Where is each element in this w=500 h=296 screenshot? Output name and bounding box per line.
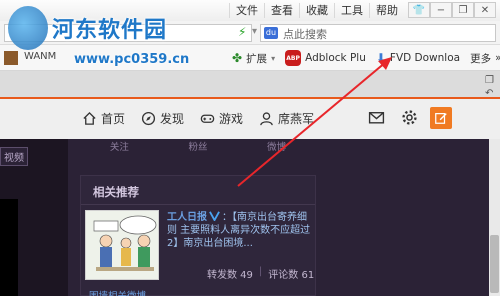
- cartoon-thumbnail[interactable]: [85, 210, 159, 280]
- related-title: 相关推荐: [93, 185, 139, 199]
- menu-tools[interactable]: 工具: [334, 3, 369, 18]
- nav-items: 首页 发现 游戏 席燕军: [82, 110, 314, 127]
- toolbar-strip: ❐ ↶: [0, 71, 500, 99]
- related-footer-link[interactable]: 围墙相关微博: [89, 288, 146, 296]
- mail-icon[interactable]: [368, 109, 385, 126]
- more-button[interactable]: 更多 »: [470, 51, 500, 66]
- fvd-button[interactable]: ⬇ FVD Downloa: [376, 51, 460, 65]
- compose-button[interactable]: [430, 107, 452, 129]
- comment-count[interactable]: 评论数 61: [268, 266, 314, 281]
- left-panel: 视频: [0, 139, 68, 296]
- repost-count[interactable]: 转发数 49: [207, 266, 253, 281]
- video-tab[interactable]: 视频: [0, 147, 28, 166]
- stat-followers[interactable]: 粉丝: [188, 139, 207, 153]
- gamepad-icon: [200, 114, 215, 123]
- double-chevron-icon: »: [495, 52, 500, 64]
- adblock-icon: ABP: [285, 50, 302, 66]
- scrollbar[interactable]: [489, 139, 500, 296]
- bookmark-items: ✤ 扩展 ▾ ABP Adblock Plu ⬇ FVD Downloa 更多 …: [232, 50, 500, 66]
- menu-file[interactable]: 文件: [229, 3, 264, 18]
- home-icon: [83, 111, 96, 125]
- related-recommendations: 相关推荐 工人日报 ：【南京出台寄养细则 主要照料人离异次数不应超过2】南京出台…: [80, 175, 316, 296]
- menu-help[interactable]: 帮助: [369, 3, 404, 18]
- card-text: 工人日报 ：【南京出台寄养细则 主要照料人离异次数不应超过2】南京出台困境...: [167, 210, 313, 250]
- card-author[interactable]: 工人日报: [167, 212, 207, 223]
- chevron-down-icon: ▾: [271, 53, 276, 63]
- nav-games[interactable]: 游戏: [200, 110, 243, 127]
- right-blank-area: [316, 139, 500, 296]
- search-input[interactable]: du 点此搜索: [260, 24, 496, 42]
- web-page: 首页 发现 游戏 席燕军 视频 关注 粉丝 微博 相关推荐 工人日报 ：【南京出…: [0, 97, 500, 296]
- nav-profile[interactable]: 席燕军: [259, 110, 314, 127]
- minimize-button[interactable]: −: [430, 2, 452, 18]
- window-icon[interactable]: ❐: [485, 75, 494, 86]
- speed-icon[interactable]: ⚡: [238, 25, 246, 39]
- puzzle-icon: ✤: [232, 51, 243, 65]
- menu-items: 文件 查看 收藏 工具 帮助: [229, 3, 404, 18]
- video-thumbnail[interactable]: [0, 199, 18, 296]
- scroll-thumb[interactable]: [490, 235, 499, 293]
- dropdown-arrow-icon[interactable]: ▾: [252, 26, 257, 37]
- pin-icon[interactable]: 👕: [408, 2, 430, 18]
- menu-view[interactable]: 查看: [264, 3, 299, 18]
- nav-tools: [368, 109, 418, 126]
- baidu-icon[interactable]: du: [264, 27, 278, 39]
- address-bar: ⚡ ▾ du 点此搜索: [0, 21, 500, 45]
- user-icon: [260, 112, 273, 126]
- close-button[interactable]: ✕: [474, 2, 496, 18]
- download-arrow-icon: ⬇: [375, 51, 386, 65]
- restore-button[interactable]: ❐: [452, 2, 474, 18]
- stat-posts[interactable]: 微博: [267, 139, 286, 153]
- adblock-button[interactable]: ABP Adblock Plu: [285, 50, 366, 66]
- bookmark-left: WANM: [4, 51, 56, 65]
- edit-icon: [435, 113, 447, 124]
- bookmark-bar: WANM ✤ 扩展 ▾ ABP Adblock Plu ⬇ FVD Downlo…: [0, 45, 500, 71]
- card-meta: 转发数 49 | 评论数 61: [207, 266, 314, 281]
- divider: [81, 204, 315, 205]
- meta-separator: |: [258, 266, 263, 277]
- gear-icon[interactable]: [401, 109, 418, 126]
- recommendation-card[interactable]: 工人日报 ：【南京出台寄养细则 主要照料人离异次数不应超过2】南京出台困境... …: [85, 210, 314, 281]
- window-controls: 👕 − ❐ ✕: [408, 2, 496, 18]
- expand-button[interactable]: ✤ 扩展 ▾: [232, 51, 275, 66]
- bookmark-wanm[interactable]: WANM: [24, 51, 56, 65]
- compass-icon: [141, 111, 156, 126]
- nav-discover[interactable]: 发现: [141, 110, 184, 127]
- favicon-icon: [4, 51, 18, 65]
- stat-following[interactable]: 关注: [110, 139, 129, 153]
- site-navbar: 首页 发现 游戏 席燕军: [0, 97, 500, 139]
- menu-favorites[interactable]: 收藏: [299, 3, 334, 18]
- verified-icon: [209, 211, 220, 221]
- menu-bar: 文件 查看 收藏 工具 帮助 👕 − ❐ ✕: [0, 0, 500, 21]
- url-input[interactable]: [4, 24, 252, 42]
- search-placeholder: 点此搜索: [283, 28, 327, 41]
- nav-home[interactable]: 首页: [82, 110, 125, 127]
- strip-icons: ❐ ↶: [485, 75, 494, 99]
- profile-stats: 关注 粉丝 微博: [80, 139, 316, 153]
